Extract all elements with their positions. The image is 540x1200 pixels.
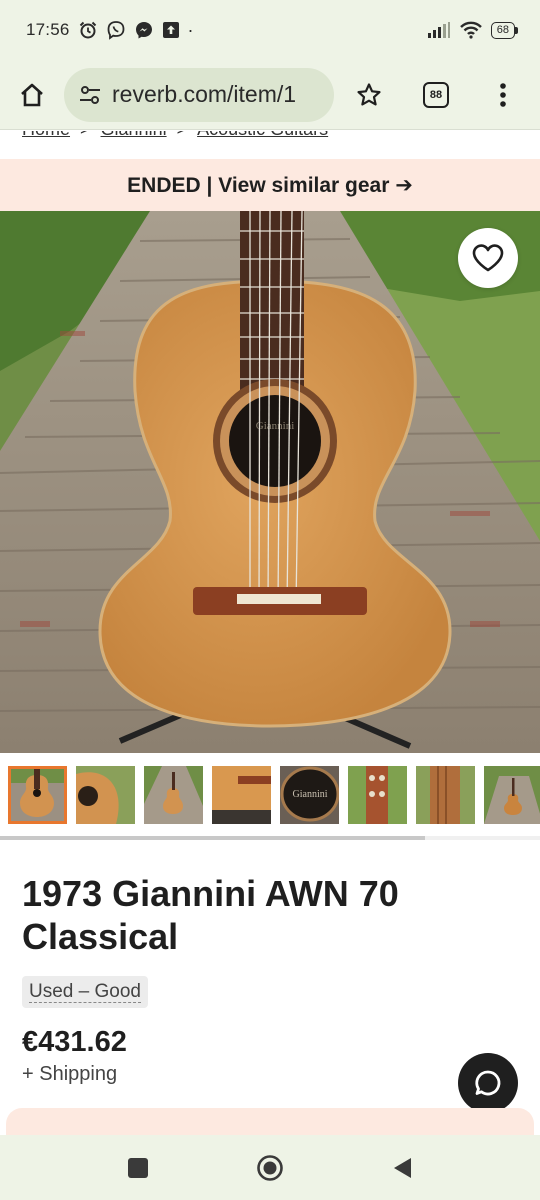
thumbnail-6[interactable]	[348, 766, 407, 824]
status-time: 17:56	[26, 20, 70, 39]
thumbnail-image	[348, 766, 407, 824]
breadcrumb-clip: Home > Giannini > Acoustic Guitars	[0, 131, 540, 159]
ended-banner-text: ENDED | View similar gear ➔	[127, 173, 413, 197]
condition-text: Used – Good	[29, 980, 141, 1003]
favorite-button[interactable]	[458, 228, 518, 288]
thumbnail-image	[416, 766, 475, 824]
browser-toolbar: reverb.com/item/1 88	[0, 60, 540, 130]
heart-outline-icon	[472, 244, 504, 272]
recents-button[interactable]	[118, 1148, 158, 1188]
breadcrumb-separator: >	[80, 131, 91, 140]
listing-title: 1973 Giannini AWN 70 Classical	[22, 873, 399, 957]
more-vert-icon	[500, 82, 506, 107]
thumbnail-scrollbar[interactable]	[0, 836, 425, 840]
breadcrumb-separator: >	[177, 131, 188, 140]
thumbnail-image	[76, 766, 135, 824]
thumbnail-strip: Giannini	[8, 766, 540, 828]
thumbnail-4[interactable]	[212, 766, 271, 824]
messenger-icon	[135, 22, 152, 39]
condition-badge[interactable]: Used – Good	[22, 976, 148, 1008]
signal-icon	[427, 22, 450, 38]
thumbnail-image	[212, 766, 271, 824]
thumbnail-7[interactable]	[416, 766, 475, 824]
battery-icon: 68	[490, 21, 518, 39]
chat-bubble-icon	[475, 1070, 501, 1096]
breadcrumb: Home > Giannini > Acoustic Guitars	[22, 131, 328, 144]
star-outline-icon	[357, 82, 381, 105]
breadcrumb-category[interactable]: Acoustic Guitars	[197, 131, 328, 140]
thumbnail-5[interactable]: Giannini	[280, 766, 339, 824]
circle-home-icon	[257, 1154, 283, 1181]
bookmark-button[interactable]	[334, 60, 404, 130]
system-nav-bar	[0, 1135, 540, 1200]
breadcrumb-home[interactable]: Home	[22, 131, 70, 140]
thumbnail-image: Giannini	[280, 766, 339, 824]
battery-level: 68	[490, 21, 515, 39]
alarm-icon	[79, 21, 96, 39]
shipping-label: + Shipping	[22, 1063, 118, 1085]
notification-icons: ·	[78, 20, 194, 41]
thumbnail-8[interactable]	[484, 766, 540, 824]
guitar-photo-illustration: Giannini	[0, 211, 540, 753]
viber-icon	[107, 21, 124, 40]
thumbnail-image	[484, 766, 540, 824]
tabs-button[interactable]: 88	[404, 60, 468, 130]
thumbnail-2[interactable]	[76, 766, 135, 824]
thumbnail-brand-label: Giannini	[293, 789, 328, 800]
product-photo[interactable]: Giannini	[0, 211, 540, 753]
soundhole-label: Giannini	[256, 420, 295, 432]
status-bar: 17:56 · 68	[0, 0, 540, 60]
address-bar[interactable]: reverb.com/item/1	[64, 67, 334, 122]
back-button[interactable]	[382, 1148, 422, 1188]
square-icon	[128, 1157, 148, 1178]
more-notifications-dot: ·	[187, 19, 194, 40]
system-icons: 68	[427, 20, 518, 40]
thumbnail-image	[11, 769, 64, 821]
listing-price: €431.62	[22, 1026, 127, 1058]
home-nav-button[interactable]	[250, 1148, 290, 1188]
upload-icon	[162, 22, 179, 38]
chat-button[interactable]	[458, 1053, 518, 1113]
home-icon	[21, 83, 43, 106]
breadcrumb-brand[interactable]: Giannini	[101, 131, 167, 140]
tune-icon[interactable]	[78, 83, 102, 107]
menu-button[interactable]	[468, 60, 538, 130]
thumbnail-3[interactable]	[144, 766, 203, 824]
tab-count: 88	[423, 81, 449, 108]
thumbnail-1[interactable]	[8, 766, 67, 824]
url-text: reverb.com/item/1	[112, 81, 297, 107]
wifi-icon	[459, 21, 482, 39]
thumbnail-image	[144, 766, 203, 824]
home-button[interactable]	[0, 60, 64, 130]
ended-banner[interactable]: ENDED | View similar gear ➔	[0, 159, 540, 211]
back-triangle-icon	[394, 1157, 411, 1178]
